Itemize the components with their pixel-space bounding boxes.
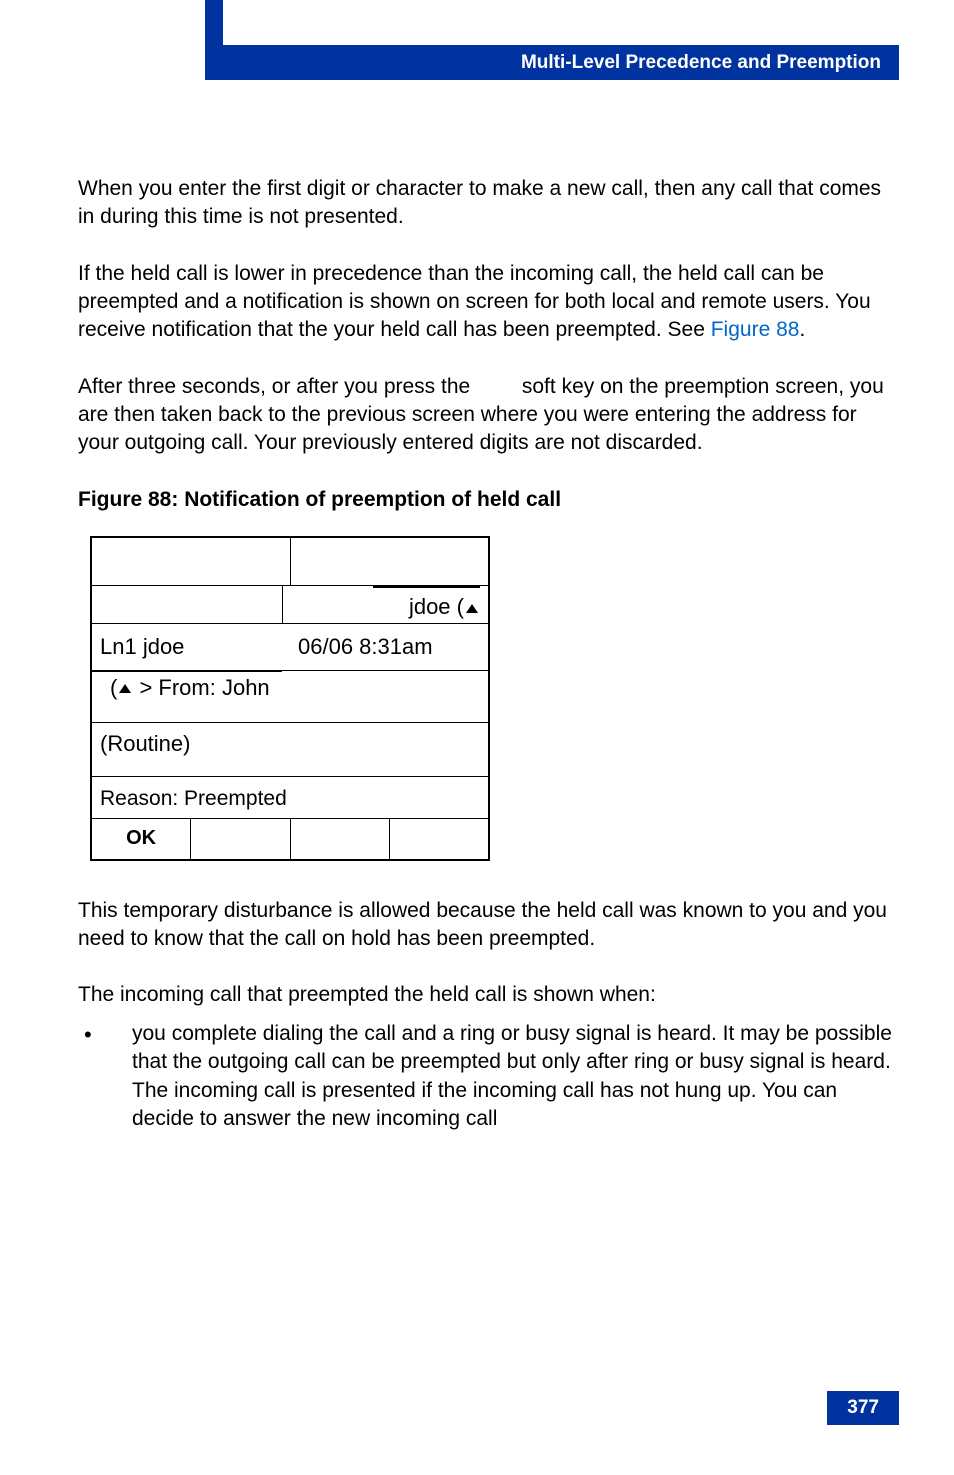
phone-overline-2 (92, 671, 282, 672)
phone-user-label: jdoe (409, 594, 451, 619)
paragraph-4: This temporary disturbance is allowed be… (78, 897, 899, 954)
paragraph-3a: After three seconds, or after you press … (78, 375, 476, 398)
bullet-item-1: you complete dialing the call and a ring… (78, 1020, 899, 1133)
phone-softkey-4[interactable] (390, 819, 488, 859)
phone-screen-figure: jdoe ( Ln1 jdoe 06/06 8:31am ( > From: J… (90, 536, 490, 861)
phone-softkey-2[interactable] (191, 819, 290, 859)
phone-top-blank-row-1 (92, 538, 488, 586)
phone-user-cell: jdoe ( (283, 586, 489, 623)
page-number: 377 (827, 1391, 899, 1425)
phone-blank-cell (92, 586, 283, 623)
phone-from-row: ( > From: John (92, 671, 488, 723)
phone-overline (373, 586, 480, 588)
bullet-list: you complete dialing the call and a ring… (78, 1020, 899, 1133)
left-blue-strip (205, 0, 223, 80)
phone-bracket-open: ( (110, 675, 117, 700)
phone-blank-cell (291, 538, 489, 585)
main-content: When you enter the first digit or charac… (78, 175, 899, 1145)
phone-softkey-ok[interactable]: OK (92, 819, 191, 859)
figure-link[interactable]: Figure 88 (711, 318, 800, 341)
phone-datetime: 06/06 8:31am (290, 624, 488, 670)
page-number-text: 377 (847, 1397, 879, 1418)
paragraph-2: If the held call is lower in precedence … (78, 260, 899, 345)
phone-softkey-ok-label: OK (126, 825, 156, 852)
phone-bracket: ( (457, 594, 464, 619)
phone-softkey-3[interactable] (291, 819, 390, 859)
phone-precedence-text: (Routine) (100, 731, 190, 756)
phone-user-row: jdoe ( (92, 586, 488, 624)
phone-from-text: > From: John (139, 675, 269, 700)
triangle-up-icon (466, 604, 478, 613)
phone-softkey-row: OK (92, 819, 488, 859)
phone-precedence-row: (Routine) (92, 723, 488, 777)
phone-line-row: Ln1 jdoe 06/06 8:31am (92, 624, 488, 671)
figure-title: Figure 88: Notification of preemption of… (78, 486, 899, 514)
header-title: Multi-Level Precedence and Preemption (521, 52, 881, 74)
paragraph-2b: . (799, 318, 805, 341)
paragraph-3: After three seconds, or after you press … (78, 373, 899, 458)
triangle-up-icon (119, 684, 131, 693)
phone-blank-cell (92, 538, 291, 585)
paragraph-1: When you enter the first digit or charac… (78, 175, 899, 232)
page-header-bar: Multi-Level Precedence and Preemption (222, 45, 899, 80)
phone-reason-row: Reason: Preempted (92, 777, 488, 819)
paragraph-5: The incoming call that preempted the hel… (78, 981, 899, 1009)
phone-reason-text: Reason: Preempted (100, 787, 287, 810)
phone-line-label: Ln1 jdoe (92, 624, 290, 670)
